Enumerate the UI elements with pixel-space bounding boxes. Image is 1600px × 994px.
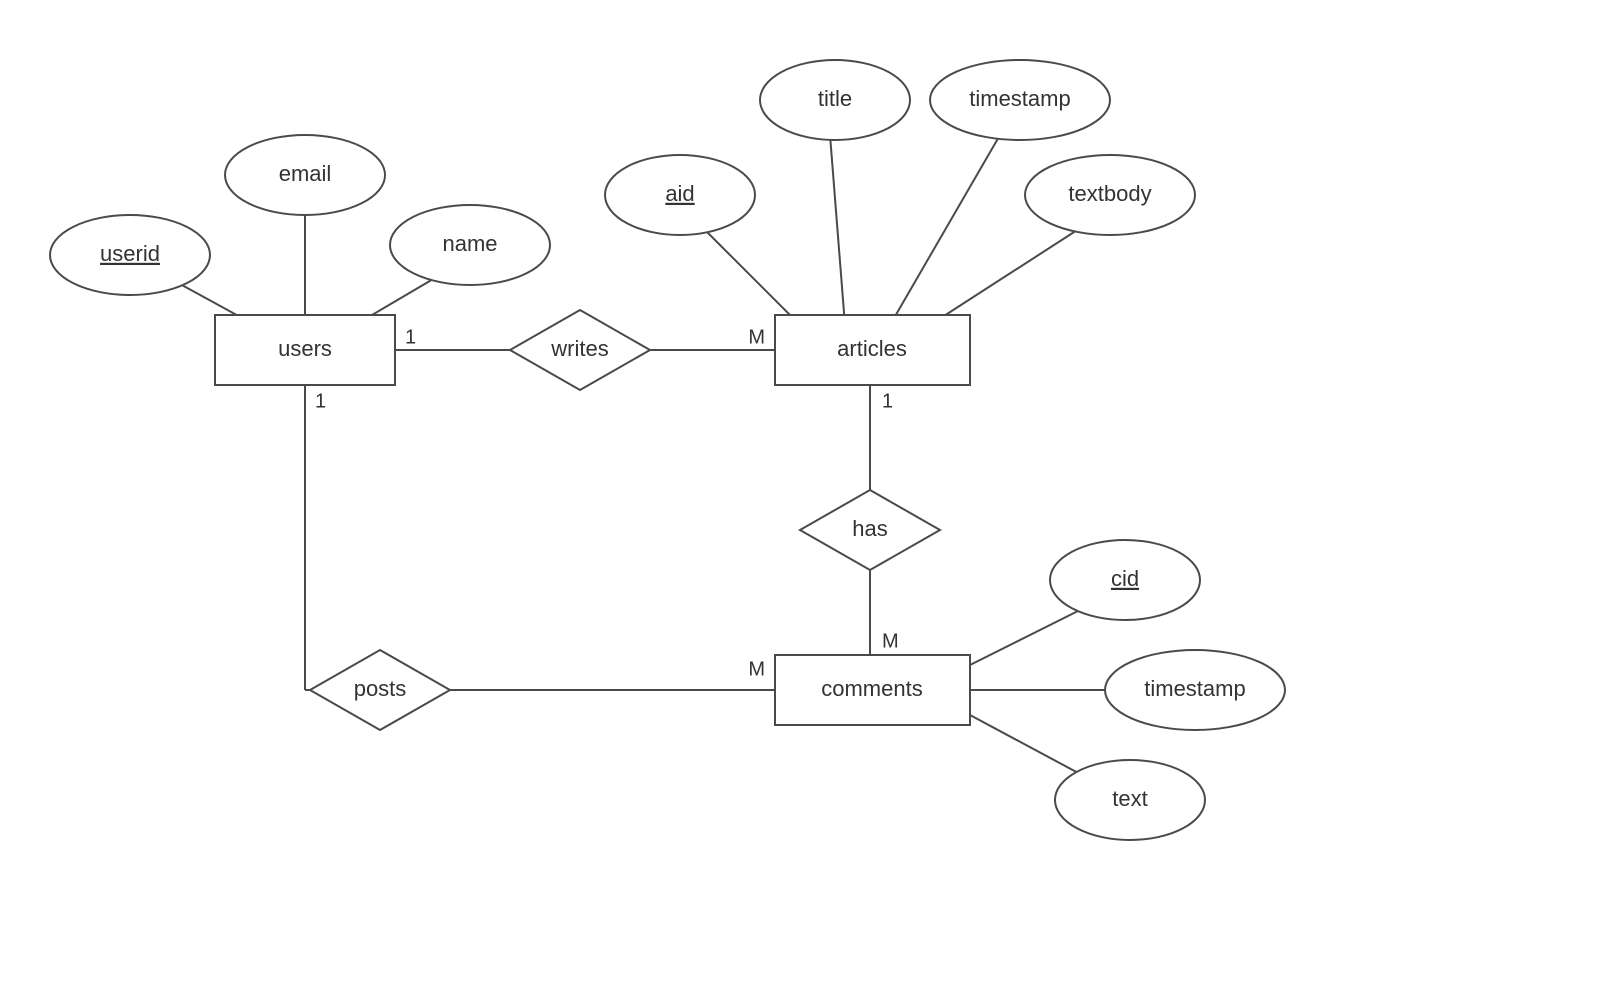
attr-comment-timestamp: timestamp [1105, 650, 1285, 730]
attr-title: title [760, 60, 910, 140]
relationship-has-label: has [852, 516, 887, 541]
card-writes-articles: M [748, 326, 765, 348]
attr-name-label: name [442, 231, 497, 256]
attr-text: text [1055, 760, 1205, 840]
edge-articles-title [830, 135, 845, 325]
attr-textbody: textbody [1025, 155, 1195, 235]
edge-articles-aid [700, 225, 800, 325]
relationship-posts-label: posts [354, 676, 407, 701]
relationship-writes: writes [510, 310, 650, 390]
attr-userid: userid [50, 215, 210, 295]
entity-articles: articles [775, 315, 970, 385]
er-diagram: 1 M 1 1 M M users articles comments writ… [0, 0, 1600, 994]
attr-aid: aid [605, 155, 755, 235]
attr-article-timestamp: timestamp [930, 60, 1110, 140]
attr-article-timestamp-label: timestamp [969, 86, 1070, 111]
edge-articles-textbody [930, 225, 1085, 325]
entity-users-label: users [278, 336, 332, 361]
card-posts-comments: M [748, 658, 765, 680]
entity-comments-label: comments [821, 676, 922, 701]
attr-comment-timestamp-label: timestamp [1144, 676, 1245, 701]
entity-comments: comments [775, 655, 970, 725]
attr-textbody-label: textbody [1068, 181, 1151, 206]
relationship-posts: posts [310, 650, 450, 730]
relationship-writes-label: writes [550, 336, 608, 361]
attr-email-label: email [279, 161, 332, 186]
card-users-writes: 1 [405, 326, 416, 348]
attr-cid-label: cid [1111, 566, 1139, 591]
card-has-comments: M [882, 630, 899, 652]
attr-email: email [225, 135, 385, 215]
attr-text-label: text [1112, 786, 1147, 811]
attr-cid: cid [1050, 540, 1200, 620]
entity-users: users [215, 315, 395, 385]
attr-userid-label: userid [100, 241, 160, 266]
relationship-has: has [800, 490, 940, 570]
attr-title-label: title [818, 86, 852, 111]
card-articles-has: 1 [882, 390, 893, 412]
card-users-posts: 1 [315, 390, 326, 412]
attr-aid-label: aid [665, 181, 694, 206]
entity-articles-label: articles [837, 336, 907, 361]
edge-articles-timestamp [890, 135, 1000, 325]
attr-name: name [390, 205, 550, 285]
